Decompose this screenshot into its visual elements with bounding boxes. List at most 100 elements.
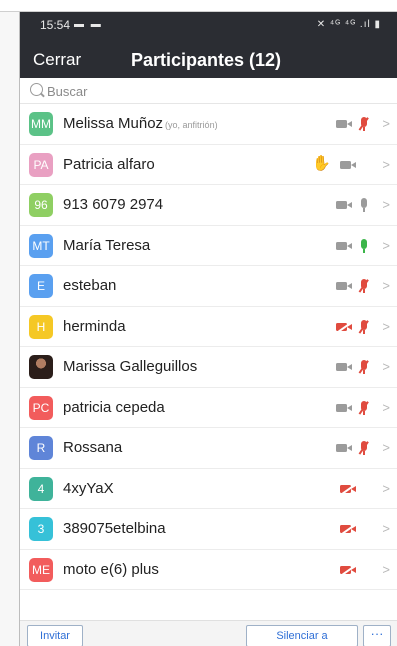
avatar: MM [29, 112, 53, 136]
chevron-right-icon: > [382, 318, 390, 334]
microphone-muted-icon [359, 400, 369, 415]
participant-name: 4xyYaX [63, 479, 114, 497]
notification-icons: ▬ ▬ [74, 19, 103, 30]
video-camera-icon [336, 360, 353, 374]
app-header: 15:54 ▬ ▬ ✕ ⁴ᴳ ⁴ᴳ .ıl ▮ Cerrar Participa… [20, 12, 397, 78]
participant-name-container: 389075etelbina [63, 520, 166, 537]
video-camera-icon [336, 441, 353, 455]
search-icon [30, 83, 43, 96]
participant-name: esteban [63, 277, 117, 294]
top-border [0, 0, 397, 12]
microphone-icon [359, 238, 369, 253]
avatar-photo [29, 355, 53, 379]
participant-name: Rossana [63, 439, 123, 456]
status-bar: 15:54 ▬ ▬ ✕ ⁴ᴳ ⁴ᴳ .ıl ▮ [20, 12, 397, 38]
close-button[interactable]: Cerrar [33, 50, 81, 70]
footer-toolbar: Invitar Silenciar a ··· [20, 620, 397, 646]
mute-all-button[interactable]: Silenciar a [246, 625, 358, 646]
video-camera-icon [336, 117, 353, 131]
participant-name: 913 6079 2974 [63, 196, 164, 213]
avatar: PC [29, 395, 53, 420]
participant-name-container: patricia cepeda [63, 399, 165, 416]
participant-name: herminda [63, 317, 126, 335]
participant-name-container: 913 6079 2974 [63, 196, 163, 213]
search-bar [20, 78, 397, 104]
avatar: 3 [29, 517, 53, 541]
participant-name-container: herminda [63, 318, 126, 335]
page-title: Participantes (12) [131, 50, 282, 70]
avatar: 4 [29, 476, 53, 501]
video-off-icon [336, 320, 353, 334]
participant-row[interactable]: Marissa Galleguillos > [20, 347, 397, 388]
participant-row[interactable]: Hherminda > [20, 307, 397, 347]
chevron-right-icon: > [382, 237, 390, 253]
participant-name-container: 4xyYaX [63, 480, 114, 497]
chevron-right-icon: > [382, 359, 390, 374]
participant-name-container: Marissa Galleguillos [63, 358, 197, 375]
chevron-right-icon: > [382, 561, 390, 577]
participant-row[interactable]: MM Melissa Muñoz (yo, anfitrión) > [20, 104, 397, 145]
video-off-icon [340, 522, 357, 536]
chevron-right-icon: > [382, 116, 390, 131]
participant-row[interactable]: Eesteban > [20, 266, 397, 307]
participant-name: Melissa Muñoz [63, 115, 164, 132]
participant-name: patricia cepeda [63, 398, 165, 416]
participant-name: Marissa Galleguillos [63, 358, 198, 375]
participant-name: Patricia alfaro [63, 155, 155, 173]
microphone-muted-icon [359, 441, 369, 455]
participant-row[interactable]: PA Patricia alfaro ✋ > [20, 145, 397, 185]
participant-row[interactable]: 3 389075etelbina > [20, 509, 397, 550]
raised-hand-icon: ✋ [312, 154, 331, 172]
more-options-button[interactable]: ··· [363, 625, 391, 646]
chevron-right-icon: > [382, 197, 390, 212]
avatar: MT [29, 233, 53, 258]
participant-name-container: Rossana [63, 439, 122, 456]
chevron-right-icon: > [382, 156, 390, 172]
chevron-right-icon: > [382, 399, 390, 415]
avatar: ME [29, 557, 53, 582]
status-right-icons: ✕ ⁴ᴳ ⁴ᴳ .ıl ▮ [316, 19, 381, 30]
participant-row[interactable]: PC patricia cepeda > [20, 388, 397, 428]
microphone-muted-icon [359, 360, 369, 374]
chevron-right-icon: > [382, 440, 390, 455]
microphone-icon [359, 198, 369, 212]
avatar: H [29, 314, 53, 339]
video-camera-icon [336, 401, 353, 415]
participant-name: moto e(6) plus [63, 560, 159, 578]
video-camera-icon [340, 158, 357, 172]
participant-name-container: esteban [63, 277, 116, 294]
microphone-muted-icon [359, 319, 369, 334]
participant-list: MM Melissa Muñoz (yo, anfitrión) > PA Patrici… [20, 104, 397, 590]
status-time: 15:54 [40, 18, 71, 32]
participant-name: 389075etelbina [63, 520, 166, 537]
participant-row[interactable]: 96 913 6079 2974 > [20, 185, 397, 226]
participant-name: María Teresa [63, 236, 151, 254]
video-off-icon [340, 482, 357, 496]
microphone-muted-icon [359, 279, 369, 293]
participant-name-container: Patricia alfaro [63, 156, 155, 173]
avatar: PA [29, 152, 53, 177]
left-edge-bar [0, 12, 20, 646]
participant-name-container: Melissa Muñoz (yo, anfitrión) [63, 115, 218, 132]
video-off-icon [340, 563, 357, 577]
chevron-right-icon: > [382, 278, 390, 293]
search-input[interactable] [47, 81, 377, 101]
avatar: R [29, 436, 53, 460]
screenshot-frame: 15:54 ▬ ▬ ✕ ⁴ᴳ ⁴ᴳ .ıl ▮ Cerrar Participa… [0, 0, 397, 646]
participant-row[interactable]: MT María Teresa > [20, 226, 397, 266]
avatar: E [29, 274, 53, 298]
participant-row[interactable]: 4 4xyYaX > [20, 469, 397, 509]
chevron-right-icon: > [382, 480, 390, 496]
invite-button[interactable]: Invitar [27, 625, 83, 646]
participant-row[interactable]: ME moto e(6) plus > [20, 550, 397, 590]
microphone-muted-icon [359, 117, 369, 131]
video-camera-icon [336, 239, 353, 253]
phone-screen: 15:54 ▬ ▬ ✕ ⁴ᴳ ⁴ᴳ .ıl ▮ Cerrar Participa… [20, 12, 397, 646]
participant-name-container: María Teresa [63, 237, 150, 254]
chevron-right-icon: > [382, 521, 390, 536]
participant-name-container: moto e(6) plus [63, 561, 159, 578]
video-camera-icon [336, 198, 353, 212]
video-camera-icon [336, 279, 353, 293]
avatar: 96 [29, 193, 53, 217]
participant-row[interactable]: R Rossana > [20, 428, 397, 469]
